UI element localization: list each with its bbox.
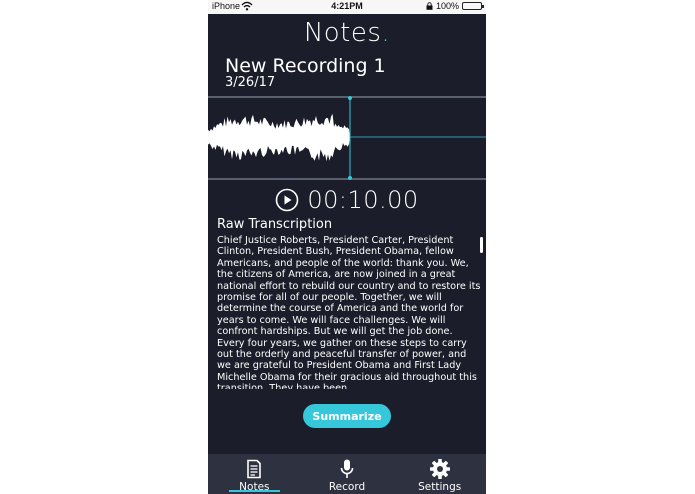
recording-title: New Recording 1 [225,55,386,77]
document-icon [247,459,262,479]
tab-record[interactable]: Record [301,454,394,494]
playhead-bottom-knob [348,176,352,180]
tab-record-label: Record [328,481,366,493]
app-title-dot: . [381,18,391,48]
battery-percent: 100% [435,1,459,11]
transcription-text: Chief Justice Roberts, President Carter,… [217,235,481,389]
play-icon[interactable] [275,188,299,212]
transcription-scrollbar[interactable] [480,237,483,253]
transcription-heading: Raw Transcription [217,217,333,232]
tab-settings[interactable]: Settings [393,454,486,494]
tab-notes[interactable]: Notes [208,454,301,494]
app-title: Notes. [303,18,391,48]
playback-timecode: 00:10.00 [307,186,419,214]
tab-notes-label: Notes [239,481,270,493]
playhead-top-knob [348,96,352,100]
summarize-button[interactable]: Summarize [303,404,391,428]
transcription-scroll-area[interactable]: Chief Justice Roberts, President Carter,… [217,235,483,389]
player-controls: 00:10.00 [208,186,486,214]
battery-icon [462,2,484,10]
waveform-shape [208,113,350,162]
tab-settings-label: Settings [418,481,462,493]
microphone-icon [340,459,354,478]
tab-bar: Notes Record Settings [208,454,486,494]
phone-screen: iPhone 4:21PM 100% Notes. New Recording … [208,0,486,494]
status-bar: iPhone 4:21PM 100% [208,0,486,14]
audio-waveform[interactable] [208,96,486,181]
gear-icon [429,459,450,479]
recording-date: 3/26/17 [225,75,276,90]
lock-icon [426,2,433,10]
